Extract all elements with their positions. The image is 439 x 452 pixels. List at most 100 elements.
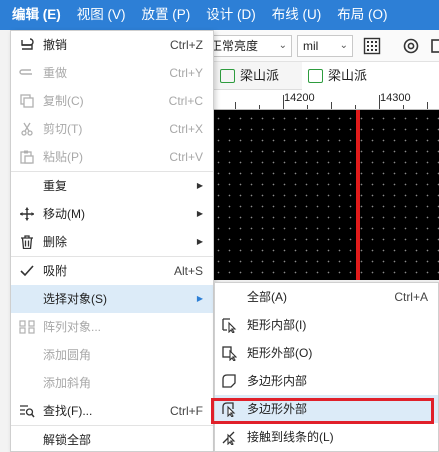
submenu-item-touching-line[interactable]: 接触到线条的(L): [215, 423, 438, 451]
polygon-inside-icon: [222, 374, 236, 388]
shortcut: Alt+S: [173, 264, 203, 278]
menu-item-unlock-all[interactable]: 解锁全部: [11, 426, 213, 452]
menu-item-label: 复制(C): [43, 94, 84, 108]
chevron-right-icon: ▶: [196, 237, 203, 246]
pcb-doc-icon: [220, 69, 235, 83]
menu-view[interactable]: 视图 (V): [69, 0, 134, 30]
menu-item-label: 解锁全部: [43, 433, 92, 447]
menu-place[interactable]: 放置 (P): [134, 0, 199, 30]
ruler-tick: [379, 95, 380, 109]
ruler-tick: [427, 102, 428, 109]
chevron-right-icon: ▶: [196, 181, 203, 190]
ruler-tick: [283, 95, 284, 109]
menu-item-label: 选择对象(S): [43, 292, 107, 306]
copy-icon: [20, 94, 34, 108]
menu-item-array-objects: 阵列对象...: [11, 313, 213, 341]
menu-item-select-objects[interactable]: 选择对象(S) ▶: [11, 285, 213, 313]
menu-item-label: 移动(M): [43, 207, 85, 221]
menu-item-label: 全部(A): [247, 290, 287, 304]
menu-layout[interactable]: 布局 (O): [329, 0, 395, 30]
ruler-tick: [259, 105, 260, 109]
chevron-right-icon: ▶: [196, 294, 203, 303]
edit-menu: 撤销 Ctrl+Z 重做 Ctrl+Y 复制(C) Ctrl+C 剪切(T) C…: [10, 30, 214, 452]
ruler-tick: [235, 102, 236, 109]
pad-icon[interactable]: [430, 37, 439, 55]
tab-label: 梁山派: [240, 68, 280, 83]
menu-item-label: 剪切(T): [43, 122, 83, 136]
submenu-item-select-all[interactable]: 全部(A) Ctrl+A: [215, 283, 438, 311]
menu-item-label: 添加圆角: [43, 348, 92, 362]
shortcut: Ctrl+Y: [169, 66, 203, 80]
shortcut: Ctrl+F: [170, 404, 203, 418]
cursor-crosshair-line: [356, 110, 360, 280]
ruler-label: 14300: [380, 92, 411, 104]
line-touch-icon: [222, 431, 236, 445]
menu-item-delete[interactable]: 删除 ▶: [11, 228, 213, 256]
menu-item-repeat[interactable]: 重复 ▶: [11, 172, 213, 200]
menu-item-label: 查找(F)...: [43, 404, 93, 418]
menu-item-snap[interactable]: 吸附 Alt+S: [11, 257, 213, 285]
redo-icon: [19, 69, 32, 75]
ruler-tick: [331, 102, 332, 109]
menu-item-label: 接触到线条的(L): [247, 430, 334, 444]
document-tabs: 梁山派 梁山派: [210, 62, 439, 90]
menubar: 编辑 (E) 视图 (V) 放置 (P) 设计 (D) 布线 (U) 布局 (O…: [0, 0, 439, 30]
find-icon: [20, 405, 35, 418]
menu-item-cut: 剪切(T) Ctrl+X: [11, 115, 213, 143]
tab-label: 梁山派: [328, 68, 368, 83]
menu-item-label: 重复: [43, 179, 68, 193]
shortcut: Ctrl+C: [168, 94, 203, 108]
ruler-tick: [355, 105, 356, 109]
menu-item-redo: 重做 Ctrl+Y: [11, 59, 213, 87]
menu-design[interactable]: 设计 (D): [198, 0, 264, 30]
grid-icon: [19, 320, 35, 334]
paste-icon: [20, 150, 34, 164]
menu-item-add-chamfer: 添加斜角: [11, 369, 213, 397]
menu-item-label: 矩形内部(I): [247, 318, 307, 332]
menu-item-label: 矩形外部(O): [247, 346, 313, 360]
menu-item-label: 添加斜角: [43, 376, 92, 390]
unit-select[interactable]: mil ⌄: [297, 35, 353, 57]
chevron-down-icon: ⌄: [339, 40, 348, 51]
menu-item-label: 删除: [43, 235, 68, 249]
menu-edit[interactable]: 编辑 (E): [4, 0, 69, 30]
menu-item-label: 粘贴(P): [43, 150, 83, 164]
submenu-item-polygon-inside[interactable]: 多边形内部: [215, 367, 438, 395]
ruler-tick: [307, 105, 308, 109]
highlight-callout-box: [211, 398, 434, 424]
menu-item-label: 重做: [43, 66, 68, 80]
menu-item-label: 撤销: [43, 38, 68, 52]
menu-item-label: 吸附: [43, 264, 68, 278]
shortcut: Ctrl+Z: [170, 38, 203, 52]
submenu-item-rect-outside[interactable]: 矩形外部(O): [215, 339, 438, 367]
horizontal-ruler: 14200 14300: [210, 90, 439, 110]
menu-item-add-fillet: 添加圆角: [11, 341, 213, 369]
pcb-canvas[interactable]: [210, 110, 439, 280]
check-icon: [20, 265, 34, 277]
menu-item-undo[interactable]: 撤销 Ctrl+Z: [11, 31, 213, 59]
brightness-select[interactable]: 正常亮度 ⌄: [204, 35, 292, 57]
shortcut: Ctrl+V: [169, 150, 203, 164]
select-objects-submenu: 全部(A) Ctrl+A 矩形内部(I) 矩形外部(O) 多边形内部 多边形外部…: [214, 282, 439, 452]
tab-pcb-2[interactable]: 梁山派: [302, 62, 439, 90]
target-icon[interactable]: [402, 37, 420, 55]
menu-item-copy: 复制(C) Ctrl+C: [11, 87, 213, 115]
grid-icon[interactable]: [363, 37, 381, 55]
menu-route[interactable]: 布线 (U): [264, 0, 330, 30]
menu-item-move[interactable]: 移动(M) ▶: [11, 200, 213, 228]
rect-outside-icon: [222, 346, 237, 361]
menu-item-find[interactable]: 查找(F)... Ctrl+F: [11, 397, 213, 425]
move-icon: [20, 207, 34, 221]
brightness-value: 正常亮度: [210, 39, 259, 53]
ruler-tick: [403, 105, 404, 109]
scissors-icon: [21, 122, 33, 136]
shortcut: Ctrl+X: [169, 122, 203, 136]
submenu-item-rect-inside[interactable]: 矩形内部(I): [215, 311, 438, 339]
undo-icon: [21, 38, 34, 50]
ruler-label: 14200: [284, 92, 315, 104]
rect-inside-icon: [222, 318, 237, 333]
shortcut: Ctrl+A: [394, 290, 428, 304]
menu-item-label: 阵列对象...: [43, 320, 102, 334]
chevron-right-icon: ▶: [196, 209, 203, 218]
tab-pcb-1[interactable]: 梁山派: [214, 62, 300, 90]
